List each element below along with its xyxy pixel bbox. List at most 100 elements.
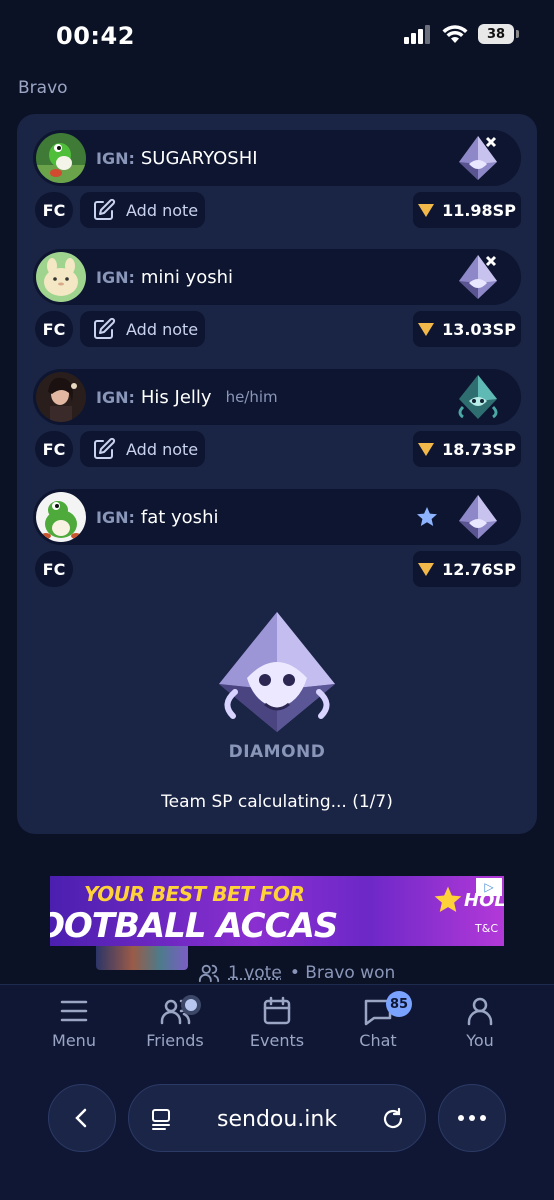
url-text: sendou.ink [217,1107,338,1132]
star-logo-icon [434,886,462,912]
tab-menu[interactable]: Menu [24,995,124,1050]
calendar-icon [263,996,291,1025]
player-ign: mini yoshi [140,266,233,288]
sp-value: 12.76SP [413,551,521,587]
diamond-rank-icon [459,495,497,539]
reload-icon[interactable] [381,1107,405,1131]
person-photo-avatar [36,372,86,422]
sp-label: 11.98SP [442,200,516,220]
more-button[interactable] [438,1084,506,1152]
users-icon [198,964,220,983]
ign-label: IGN: [96,507,135,527]
sp-down-arrow-icon [418,322,435,336]
friend-code-button[interactable]: FC [35,192,73,228]
player-pronouns: he/him [225,388,278,406]
player-ign: His Jelly [140,386,212,408]
teal-rank-icon [458,375,498,419]
tab-label: Menu [52,1031,96,1050]
player-actions: FC 12.76SP [33,551,521,587]
ad-image-fragment [96,946,188,970]
ad-choices-icon[interactable]: ▷ [476,878,502,896]
menu-icon [60,1000,88,1022]
ign-label: IGN: [96,387,135,407]
player-row[interactable]: IGN: His Jelly he/him [33,369,521,425]
star-icon [417,507,437,526]
tab-you[interactable]: You [430,995,530,1050]
back-button[interactable] [48,1084,116,1152]
friend-code-button[interactable]: FC [35,431,73,467]
player-actions: FC Add note 13.03SP [33,311,521,347]
edit-icon [94,317,116,339]
player-actions: FC Add note 18.73SP [33,431,521,467]
friend-code-button[interactable]: FC [35,551,73,587]
diamond-rank-icon [459,136,497,180]
player-ign: SUGARYOSHI [140,147,258,169]
chat-unread-badge: 85 [386,991,412,1017]
status-time: 00:42 [56,22,135,50]
signal-icon [404,25,430,44]
player-row[interactable]: IGN: mini yoshi [33,249,521,305]
player-entry: IGN: fat yoshi FC 12.76SP [33,489,521,587]
team-name: Bravo [18,78,68,98]
notification-dot [181,995,201,1015]
sp-value: 11.98SP [413,192,521,228]
wifi-icon [442,25,468,43]
friend-code-button[interactable]: FC [35,311,73,347]
add-note-label: Add note [126,439,199,459]
add-note-button[interactable]: Add note [80,431,205,467]
vote-count-link[interactable]: 1 vote [228,963,282,983]
chevron-left-icon [75,1108,87,1128]
battery-indicator: 38 [478,24,519,44]
tab-events[interactable]: Events [227,995,327,1050]
add-note-button[interactable]: Add note [80,311,205,347]
player-entry: IGN: SUGARYOSHI FC Add note 11.98SP [33,130,521,228]
tab-label: You [466,1031,494,1050]
user-icon [467,997,493,1026]
player-row[interactable]: IGN: fat yoshi [33,489,521,545]
browser-toolbar: sendou.ink [0,1082,554,1154]
status-icons: 38 [404,24,519,44]
sp-label: 18.73SP [442,439,516,459]
diamond-rank-emblem-icon [219,612,335,732]
sp-label: 12.76SP [442,559,516,579]
add-note-button[interactable]: Add note [80,192,205,228]
sp-value: 13.03SP [413,311,521,347]
edit-icon [94,198,116,220]
reader-icon [152,1109,170,1130]
player-entry: IGN: mini yoshi FC Add note 13.03SP [33,249,521,347]
sp-value: 18.73SP [413,431,521,467]
tab-friends[interactable]: Friends [125,995,225,1050]
sp-down-arrow-icon [418,203,435,217]
address-bar[interactable]: sendou.ink [128,1084,426,1152]
avatar [36,492,86,542]
player-actions: FC Add note 11.98SP [33,192,521,228]
tab-label: Events [249,1031,305,1050]
yoshi-plush-avatar [36,492,86,542]
tab-chat[interactable]: 85 Chat [328,991,428,1050]
avatar [36,252,86,302]
ellipsis-icon [458,1115,486,1121]
edit-icon [94,437,116,459]
team-sp-status: Team SP calculating... (1/7) [161,792,393,812]
player-row[interactable]: IGN: SUGARYOSHI [33,130,521,186]
team-card: IGN: SUGARYOSHI FC Add note 11.98SP IGN:… [17,114,537,834]
vote-result: • Bravo won [289,963,396,983]
team-rank-label: DIAMOND [228,742,326,762]
tab-label: Friends [146,1031,204,1050]
tab-label: Chat [359,1031,397,1050]
green-yoshi-avatar [36,133,86,183]
ign-label: IGN: [96,267,135,287]
avatar [36,372,86,422]
avatar [36,133,86,183]
status-bar: 00:42 38 [0,0,554,70]
ad-headline: YOUR BEST BET FOR [84,882,305,906]
add-note-label: Add note [126,319,199,339]
cream-creature-avatar [36,252,86,302]
diamond-rank-icon [459,255,497,299]
player-entry: IGN: His Jelly he/him FC Add note 18.73S… [33,369,521,467]
ad-terms: T&C [475,922,498,935]
sp-down-arrow-icon [418,442,435,456]
ad-banner[interactable]: YOUR BEST BET FOR OOTBALL ACCAS HOLLYW ▷… [50,876,504,946]
sp-down-arrow-icon [418,562,435,576]
sp-label: 13.03SP [442,319,516,339]
